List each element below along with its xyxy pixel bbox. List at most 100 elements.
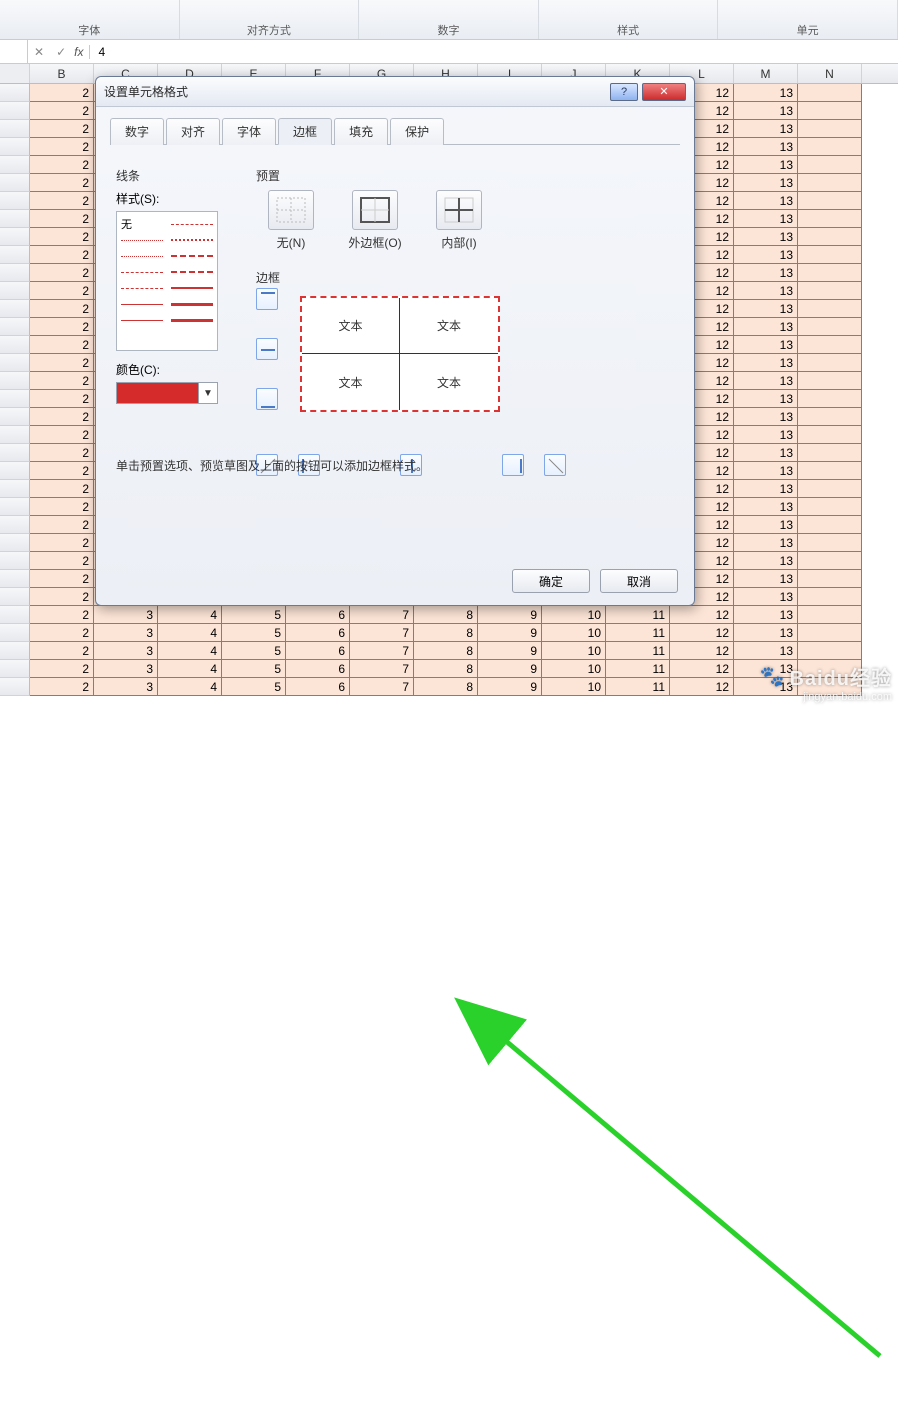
formula-accept-icon[interactable]: ✓ <box>50 45 72 59</box>
cell[interactable] <box>798 156 862 174</box>
cell[interactable]: 2 <box>30 498 94 516</box>
cell[interactable]: 2 <box>30 210 94 228</box>
row-header[interactable] <box>0 228 30 246</box>
line-style-none[interactable]: 无 <box>121 216 132 232</box>
row-header[interactable] <box>0 102 30 120</box>
cell[interactable] <box>798 282 862 300</box>
row-header[interactable] <box>0 498 30 516</box>
cell[interactable]: 2 <box>30 660 94 678</box>
cell[interactable]: 3 <box>94 660 158 678</box>
row-header[interactable] <box>0 480 30 498</box>
row-header[interactable] <box>0 174 30 192</box>
cell[interactable] <box>798 570 862 588</box>
cell[interactable]: 2 <box>30 228 94 246</box>
cell[interactable] <box>798 390 862 408</box>
line-style-swatch[interactable] <box>171 255 213 257</box>
cell[interactable]: 2 <box>30 534 94 552</box>
cell[interactable]: 3 <box>94 606 158 624</box>
cell[interactable]: 13 <box>734 570 798 588</box>
cell[interactable]: 13 <box>734 318 798 336</box>
cell[interactable]: 13 <box>734 588 798 606</box>
line-style-swatch[interactable] <box>121 304 163 305</box>
cell[interactable]: 12 <box>670 660 734 678</box>
cell[interactable] <box>798 192 862 210</box>
row-header[interactable] <box>0 264 30 282</box>
row-header[interactable] <box>0 300 30 318</box>
formula-value[interactable]: 4 <box>90 45 105 59</box>
tab-number[interactable]: 数字 <box>110 118 164 145</box>
row-header[interactable] <box>0 624 30 642</box>
cell[interactable] <box>798 138 862 156</box>
cell[interactable] <box>798 354 862 372</box>
cell[interactable]: 13 <box>734 192 798 210</box>
cell[interactable]: 8 <box>414 606 478 624</box>
cell[interactable] <box>798 372 862 390</box>
cell[interactable]: 9 <box>478 642 542 660</box>
cell[interactable]: 11 <box>606 678 670 696</box>
tab-align[interactable]: 对齐 <box>166 118 220 145</box>
cell[interactable]: 13 <box>734 210 798 228</box>
row-header[interactable] <box>0 516 30 534</box>
cell[interactable]: 2 <box>30 318 94 336</box>
cell[interactable] <box>798 444 862 462</box>
row-header[interactable] <box>0 534 30 552</box>
cell[interactable]: 2 <box>30 588 94 606</box>
row-header[interactable] <box>0 210 30 228</box>
cell[interactable]: 6 <box>286 678 350 696</box>
cell[interactable] <box>798 120 862 138</box>
cell[interactable]: 10 <box>542 624 606 642</box>
cell[interactable]: 2 <box>30 462 94 480</box>
cell[interactable]: 2 <box>30 300 94 318</box>
cell[interactable]: 7 <box>350 678 414 696</box>
cell[interactable] <box>798 588 862 606</box>
cell[interactable]: 2 <box>30 570 94 588</box>
cell[interactable]: 13 <box>734 120 798 138</box>
dialog-titlebar[interactable]: 设置单元格格式 ? ✕ <box>96 77 694 107</box>
cell[interactable]: 9 <box>478 624 542 642</box>
column-header[interactable] <box>0 64 30 83</box>
line-style-swatch[interactable] <box>121 256 163 257</box>
cell[interactable]: 13 <box>734 156 798 174</box>
close-button[interactable]: ✕ <box>642 83 686 101</box>
border-hmid-button[interactable] <box>256 338 278 360</box>
cell[interactable] <box>798 552 862 570</box>
border-right-button[interactable] <box>502 454 524 476</box>
cell[interactable]: 7 <box>350 606 414 624</box>
cell[interactable] <box>798 426 862 444</box>
tab-border[interactable]: 边框 <box>278 118 332 145</box>
row-header[interactable] <box>0 678 30 696</box>
border-top-button[interactable] <box>256 288 278 310</box>
cell[interactable]: 4 <box>158 606 222 624</box>
cell[interactable]: 2 <box>30 606 94 624</box>
cell[interactable]: 2 <box>30 174 94 192</box>
cell[interactable]: 11 <box>606 660 670 678</box>
row-header[interactable] <box>0 138 30 156</box>
tab-protect[interactable]: 保护 <box>390 118 444 145</box>
row-header[interactable] <box>0 390 30 408</box>
cell[interactable]: 10 <box>542 678 606 696</box>
cell[interactable]: 13 <box>734 408 798 426</box>
cell[interactable] <box>798 102 862 120</box>
row-header[interactable] <box>0 84 30 102</box>
preset-outline[interactable]: 外边框(O) <box>340 190 410 251</box>
cell[interactable]: 13 <box>734 84 798 102</box>
cell[interactable]: 10 <box>542 660 606 678</box>
column-header[interactable]: N <box>798 64 862 83</box>
cell[interactable]: 11 <box>606 606 670 624</box>
cell[interactable]: 7 <box>350 624 414 642</box>
cell[interactable]: 13 <box>734 372 798 390</box>
cell[interactable]: 2 <box>30 642 94 660</box>
color-picker[interactable]: ▼ <box>116 382 218 404</box>
row-header[interactable] <box>0 462 30 480</box>
cell[interactable]: 13 <box>734 624 798 642</box>
row-header[interactable] <box>0 606 30 624</box>
cell[interactable]: 6 <box>286 660 350 678</box>
preset-inside[interactable]: 内部(I) <box>424 190 494 251</box>
cell[interactable] <box>798 174 862 192</box>
cell[interactable] <box>798 642 862 660</box>
line-style-swatch[interactable] <box>171 239 213 241</box>
cell[interactable]: 4 <box>158 642 222 660</box>
cell[interactable]: 2 <box>30 480 94 498</box>
border-preview[interactable]: 文本 文本 文本 文本 <box>300 296 500 412</box>
cell[interactable]: 2 <box>30 120 94 138</box>
